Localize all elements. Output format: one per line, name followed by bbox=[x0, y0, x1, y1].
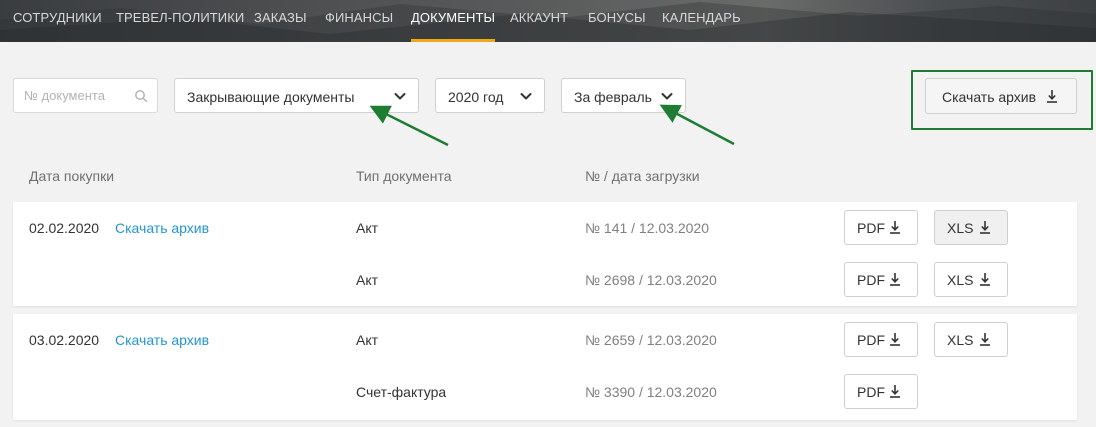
download-icon bbox=[980, 333, 990, 346]
download-icon bbox=[890, 333, 900, 346]
document-number: № 2698 / 12.03.2020 bbox=[585, 272, 717, 288]
xls-label: XLS bbox=[947, 272, 974, 288]
nav-item-bonuses[interactable]: БОНУСЫ bbox=[588, 0, 646, 42]
xls-label: XLS bbox=[947, 332, 974, 348]
download-icon bbox=[890, 385, 900, 398]
group-archive-link[interactable]: Скачать архив bbox=[115, 332, 209, 348]
document-number-search[interactable]: № документа bbox=[13, 78, 158, 113]
document-number: № 141 / 12.03.2020 bbox=[585, 220, 710, 236]
nav-item-finance[interactable]: ФИНАНСЫ bbox=[325, 0, 393, 42]
document-type-select[interactable]: Закрывающие документы bbox=[174, 78, 419, 113]
top-navigation: СОТРУДНИКИ ТРЕВЕЛ-ПОЛИТИКИ ЗАКАЗЫ ФИНАНС… bbox=[0, 0, 1096, 42]
xls-label: XLS bbox=[947, 220, 974, 236]
nav-item-employees[interactable]: СОТРУДНИКИ bbox=[13, 0, 102, 42]
purchase-date: 03.02.2020 bbox=[29, 332, 100, 348]
xls-download-button[interactable]: XLS bbox=[934, 322, 1008, 357]
year-value: 2020 год bbox=[448, 89, 504, 105]
purchase-date: 02.02.2020 bbox=[29, 220, 100, 236]
download-archive-button[interactable]: Скачать архив bbox=[925, 78, 1077, 114]
pdf-download-button[interactable]: PDF bbox=[844, 374, 918, 409]
document-type: Счет-фактура bbox=[356, 384, 447, 400]
period-select[interactable]: За февраль bbox=[561, 78, 686, 113]
document-type: Акт bbox=[356, 272, 379, 288]
arrow-to-doc-type bbox=[369, 105, 449, 147]
download-archive-label: Скачать архив bbox=[942, 89, 1037, 105]
year-select[interactable]: 2020 год bbox=[435, 78, 545, 113]
column-header-type: Тип документа bbox=[356, 168, 452, 184]
document-type-value: Закрывающие документы bbox=[187, 89, 355, 105]
download-icon bbox=[980, 273, 990, 286]
document-group: 03.02.2020 Скачать архив Акт № 2659 / 12… bbox=[13, 314, 1077, 420]
download-icon bbox=[1047, 90, 1057, 103]
pdf-download-button[interactable]: PDF bbox=[844, 322, 918, 357]
nav-item-travel-policies[interactable]: ТРЕВЕЛ-ПОЛИТИКИ bbox=[116, 0, 244, 42]
nav-item-documents[interactable]: ДОКУМЕНТЫ bbox=[411, 0, 496, 42]
search-icon bbox=[135, 90, 148, 103]
document-type: Акт bbox=[356, 220, 379, 236]
search-placeholder: № документа bbox=[24, 88, 105, 103]
download-icon bbox=[980, 221, 990, 234]
column-header-date: Дата покупки bbox=[29, 168, 115, 184]
xls-download-button[interactable]: XLS bbox=[934, 262, 1008, 297]
document-group: 02.02.2020 Скачать архив Акт № 141 / 12.… bbox=[13, 202, 1077, 306]
document-type: Акт bbox=[356, 332, 379, 348]
pdf-download-button[interactable]: PDF bbox=[844, 262, 918, 297]
period-value: За февраль bbox=[574, 89, 652, 105]
document-number: № 3390 / 12.03.2020 bbox=[585, 384, 717, 400]
chevron-down-icon bbox=[394, 93, 406, 100]
pdf-label: PDF bbox=[857, 220, 885, 236]
group-archive-link[interactable]: Скачать архив bbox=[115, 220, 209, 236]
column-header-number: № / дата загрузки bbox=[585, 168, 700, 184]
document-number: № 2659 / 12.03.2020 bbox=[585, 332, 717, 348]
pdf-label: PDF bbox=[857, 332, 885, 348]
pdf-label: PDF bbox=[857, 384, 885, 400]
pdf-label: PDF bbox=[857, 272, 885, 288]
nav-item-calendar[interactable]: КАЛЕНДАРЬ bbox=[662, 0, 741, 42]
download-icon bbox=[890, 273, 900, 286]
nav-item-account[interactable]: АККАУНТ bbox=[510, 0, 568, 42]
download-icon bbox=[890, 221, 900, 234]
pdf-download-button[interactable]: PDF bbox=[844, 210, 918, 245]
xls-download-button[interactable]: XLS bbox=[934, 210, 1008, 245]
documents-page: СОТРУДНИКИ ТРЕВЕЛ-ПОЛИТИКИ ЗАКАЗЫ ФИНАНС… bbox=[0, 0, 1096, 427]
chevron-down-icon bbox=[520, 93, 532, 100]
nav-item-orders[interactable]: ЗАКАЗЫ bbox=[254, 0, 307, 42]
chevron-down-icon bbox=[661, 93, 673, 100]
